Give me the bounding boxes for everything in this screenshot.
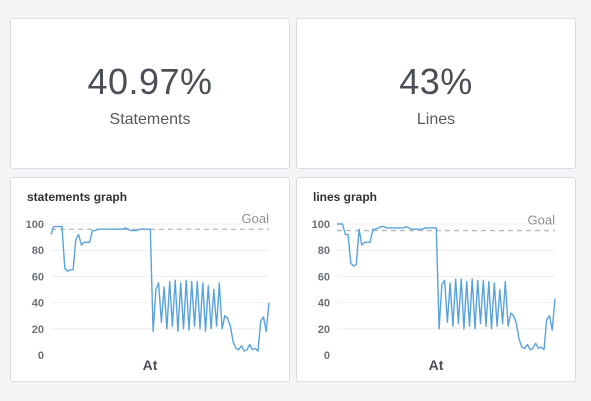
lines-graph-card: lines graph 0 20 40 60 80 100 Goal At <box>296 177 576 382</box>
statements-coverage-card: 40.97% Statements <box>10 18 290 169</box>
goal-label: Goal <box>242 211 270 226</box>
y-tick-label: 80 <box>318 245 330 257</box>
y-tick-label: 20 <box>318 324 330 336</box>
y-tick-label: 0 <box>324 350 330 362</box>
y-tick-label: 0 <box>38 350 44 362</box>
y-tick-label: 20 <box>32 324 44 336</box>
y-tick-label: 60 <box>318 271 330 283</box>
lines-chart: 0 20 40 60 80 100 Goal At <box>312 213 556 373</box>
statements-chart: 0 20 40 60 80 100 Goal At <box>26 211 270 373</box>
series-line <box>337 223 556 351</box>
lines-label: Lines <box>416 111 456 128</box>
goal-label: Goal <box>528 213 556 228</box>
statements-percentage: 40.97% <box>87 61 213 102</box>
y-tick-label: 60 <box>32 271 44 283</box>
x-axis-label: At <box>429 357 444 373</box>
statements-label: Statements <box>109 111 191 128</box>
lines-percentage: 43% <box>399 61 473 102</box>
y-tick-label: 80 <box>32 245 44 257</box>
y-tick-label: 100 <box>312 219 330 231</box>
y-tick-label: 40 <box>32 298 44 310</box>
series-line <box>50 225 270 352</box>
y-tick-label: 100 <box>26 219 44 231</box>
statements-graph-card: statements graph 0 20 40 60 80 100 Goal At <box>10 177 290 382</box>
y-tick-label: 40 <box>318 298 330 310</box>
lines-coverage-card: 43% Lines <box>296 18 576 169</box>
x-axis-label: At <box>143 357 158 373</box>
